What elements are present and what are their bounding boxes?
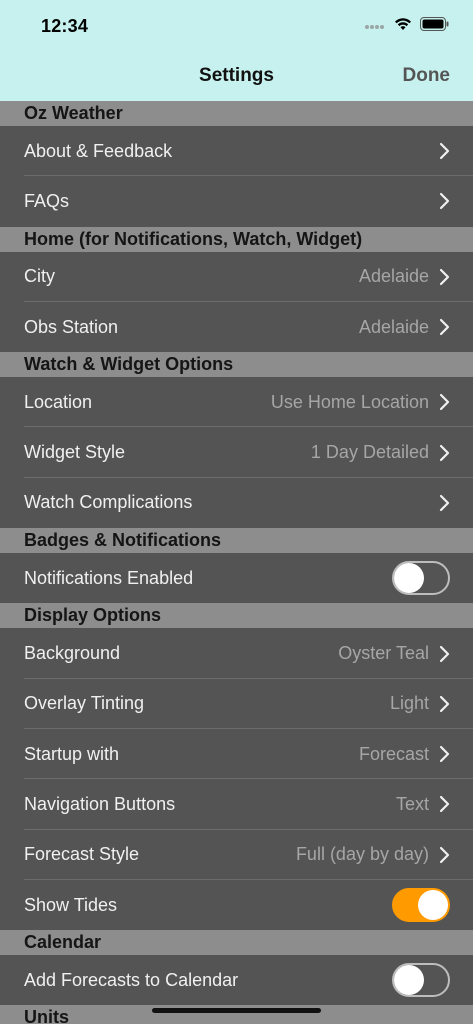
chevron-right-icon (439, 393, 451, 411)
settings-row-background[interactable]: Background Oyster Teal (0, 628, 473, 679)
toggle-knob (418, 890, 448, 920)
section-header-watch-widget-options: Watch & Widget Options (0, 352, 473, 378)
toggle-knob (394, 965, 424, 996)
navigation-bar: 12:34 Settings Done (0, 0, 473, 101)
row-value: Oyster Teal (338, 643, 429, 664)
chevron-right-icon (439, 494, 451, 512)
row-value: Text (395, 793, 429, 814)
row-value: Forecast (358, 743, 429, 764)
settings-row-obs-station[interactable]: Obs Station Adelaide (0, 301, 473, 353)
settings-row-widget-style[interactable]: Widget Style 1 Day Detailed (0, 427, 473, 479)
settings-row-faqs[interactable]: FAQs (0, 176, 473, 227)
settings-row-city[interactable]: City Adelaide (0, 251, 473, 303)
toggle-knob (394, 563, 424, 594)
row-label: Forecast Style (24, 844, 140, 865)
row-label: Watch Complications (24, 492, 193, 513)
cellular-signal-icon (364, 18, 386, 36)
settings-list: Oz Weather About & Feedback FAQs Home (for … (0, 101, 473, 1024)
wifi-icon (394, 17, 412, 36)
row-label: Startup with (24, 743, 120, 764)
row-value: Adelaide (358, 266, 429, 287)
row-label: Overlay Tinting (24, 693, 145, 714)
settings-row-add-forecasts-to-calendar[interactable]: Add Forecasts to Calendar (0, 955, 473, 1006)
chevron-right-icon (439, 795, 451, 813)
row-label: Navigation Buttons (24, 793, 176, 814)
settings-row-overlay-tinting[interactable]: Overlay Tinting Light (0, 678, 473, 730)
battery-icon (420, 17, 449, 36)
section-header-display-options: Display Options (0, 603, 473, 629)
row-label: City (24, 266, 55, 287)
chevron-right-icon (439, 192, 451, 210)
row-value: Full (day by day) (295, 844, 429, 865)
settings-row-location[interactable]: Location Use Home Location (0, 377, 473, 428)
row-label: Widget Style (24, 442, 126, 463)
row-value: Use Home Location (270, 391, 429, 412)
row-label: About & Feedback (24, 140, 173, 161)
settings-row-watch-complications[interactable]: Watch Complications (0, 477, 473, 529)
chevron-right-icon (439, 695, 451, 713)
status-icons (364, 17, 449, 36)
row-label: Background (24, 643, 121, 664)
section-header-calendar: Calendar (0, 930, 473, 956)
done-button[interactable]: Done (403, 65, 451, 87)
chevron-right-icon (439, 444, 451, 462)
chevron-right-icon (439, 846, 451, 864)
settings-row-about-feedback[interactable]: About & Feedback (0, 126, 473, 177)
row-value: Light (389, 693, 429, 714)
settings-row-forecast-style[interactable]: Forecast Style Full (day by day) (0, 829, 473, 881)
chevron-right-icon (439, 268, 451, 286)
status-time: 12:34 (41, 16, 89, 36)
chevron-right-icon (439, 142, 451, 160)
section-header-badges-notifications: Badges & Notifications (0, 528, 473, 554)
toggle-switch[interactable] (392, 888, 450, 922)
settings-row-startup-with[interactable]: Startup with Forecast (0, 728, 473, 780)
chevron-right-icon (439, 318, 451, 336)
toggle-switch[interactable] (392, 561, 450, 596)
chevron-right-icon (439, 645, 451, 663)
settings-row-navigation-buttons[interactable]: Navigation Buttons Text (0, 779, 473, 830)
settings-row-notifications-enabled[interactable]: Notifications Enabled (0, 553, 473, 604)
settings-row-show-tides[interactable]: Show Tides (0, 879, 473, 931)
row-label: Location (24, 391, 93, 412)
row-value: Adelaide (358, 316, 429, 337)
row-label: FAQs (24, 190, 70, 211)
chevron-right-icon (439, 745, 451, 763)
home-indicator[interactable] (152, 1008, 321, 1013)
section-header-home-for-notifications-watch-widget: Home (for Notifications, Watch, Widget) (0, 226, 473, 252)
row-value: 1 Day Detailed (310, 442, 429, 463)
row-label: Obs Station (24, 316, 119, 337)
section-header-oz-weather: Oz Weather (0, 101, 473, 126)
toggle-switch[interactable] (392, 963, 450, 998)
